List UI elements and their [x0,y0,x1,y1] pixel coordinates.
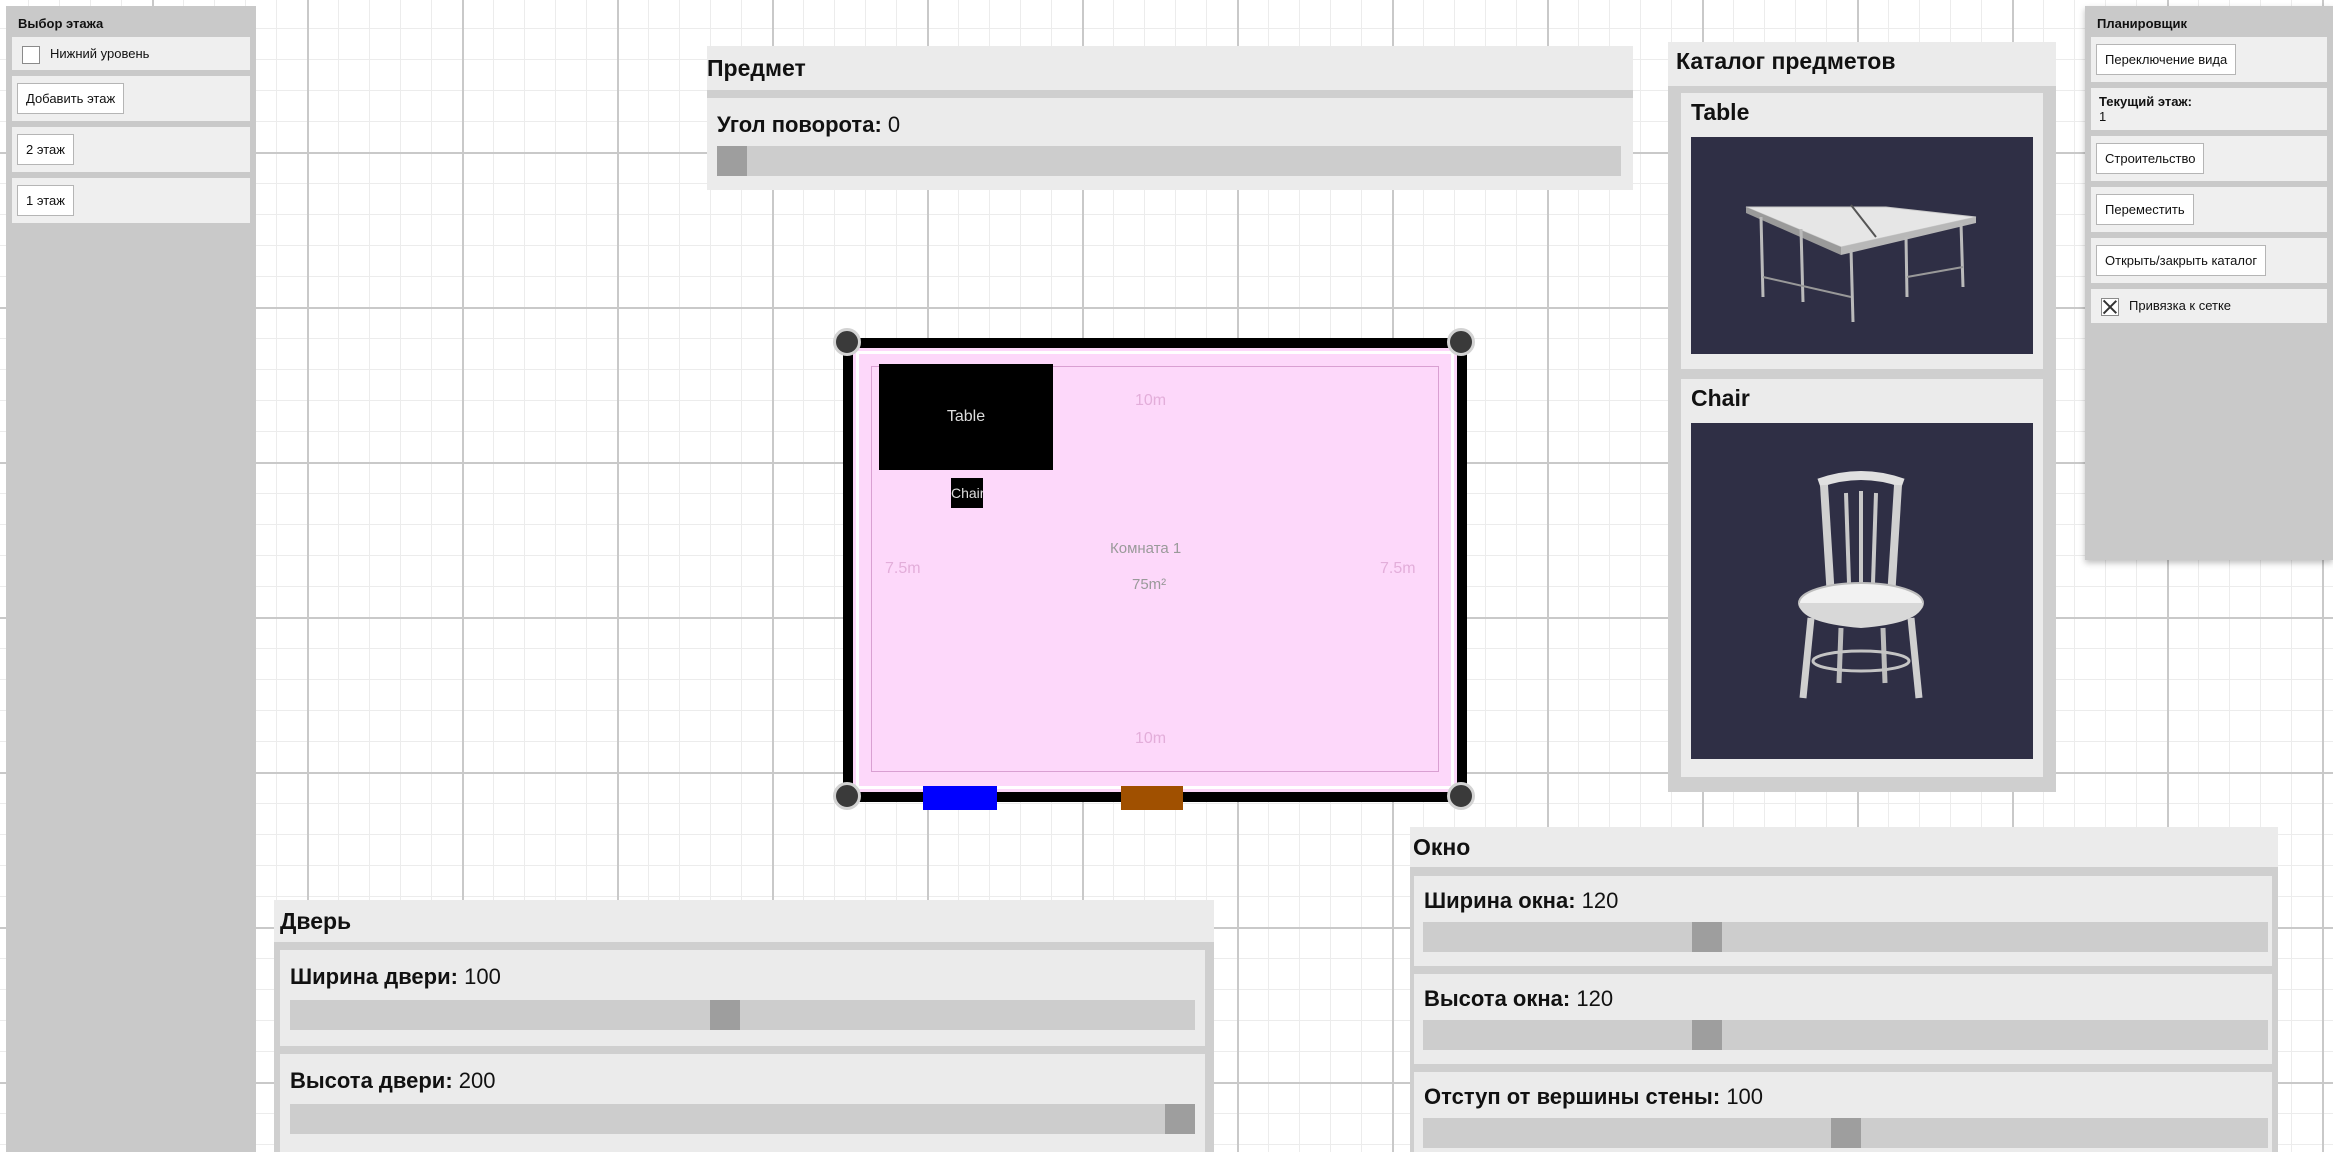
door-element[interactable] [1121,786,1183,810]
window-offset-slider[interactable] [1423,1118,2268,1148]
window-width-slider-thumb[interactable] [1692,922,1722,952]
wall-vertex-handle[interactable] [833,782,861,810]
rotation-slider[interactable] [717,146,1621,176]
door-width-slider[interactable] [290,1000,1195,1030]
window-height-slider-thumb[interactable] [1692,1020,1722,1050]
furniture-table[interactable]: Table [879,364,1053,470]
floor-1-button[interactable]: 1 этаж [17,185,74,216]
furniture-label: Chair [951,485,983,501]
rotation-value: 0 [887,112,901,137]
lower-level-checkbox[interactable] [22,45,40,64]
floor-panel-title: Выбор этажа [18,16,104,31]
window-height-slider[interactable] [1423,1020,2268,1050]
window-element[interactable] [923,786,997,810]
window-width-value: 120 [1581,888,1619,913]
rotation-slider-thumb[interactable] [717,146,747,176]
window-width-card: Ширина окна: 120 [1414,876,2272,966]
item-panel-header: Предмет [707,46,1633,90]
floor-plan-canvas[interactable]: Table Chair Комната 1 75m² 10m 10m 7.5m … [833,328,1475,810]
door-height-value: 200 [458,1068,496,1093]
dimension-left: 7.5m [885,560,921,577]
furniture-label: Table [946,408,986,425]
current-floor-label: Текущий этаж: [2099,94,2192,109]
window-height-card: Высота окна: 120 [1414,974,2272,1064]
toggle-view-card: Переключение вида [2091,37,2327,82]
window-offset-value: 100 [1726,1084,1764,1109]
catalog-item-table[interactable]: Table [1681,93,2043,369]
construction-card: Строительство [2091,136,2327,181]
add-floor-button[interactable]: Добавить этаж [17,83,125,114]
lower-level-toggle[interactable]: Нижний уровень [12,37,250,70]
door-width-value: 100 [464,964,501,989]
grid-snap-label: Привязка к сетке [2129,298,2232,313]
window-height-label: Высота окна: 120 [1424,986,1614,1011]
catalog-title: Каталог предметов [1668,42,2056,86]
door-width-label: Ширина двери: 100 [290,964,501,989]
chair-icon [1798,471,1924,699]
dimension-top: 10m [1135,392,1167,409]
window-width-slider[interactable] [1423,922,2268,952]
window-offset-card: Отступ от вершины стены: 100 [1414,1072,2272,1152]
rotation-slider-card: Угол поворота: 0 [707,98,1633,190]
catalog-item-name: Chair [1691,385,1750,411]
wall-vertex-handle[interactable] [1447,782,1475,810]
toggle-view-button[interactable]: Переключение вида [2096,44,2237,75]
move-card: Переместить [2091,187,2327,232]
door-width-card: Ширина двери: 100 [280,950,1205,1046]
current-floor-card: Текущий этаж: 1 [2091,88,2327,130]
window-width-label: Ширина окна: 120 [1424,888,1619,913]
room-area-label: 75m² [1132,576,1167,593]
catalog-item-chair[interactable]: Chair [1681,379,2043,777]
wall-vertex-handle[interactable] [833,328,861,356]
window-offset-slider-thumb[interactable] [1831,1118,1861,1148]
window-panel-header: Окно [1410,827,2278,867]
floor-2-button[interactable]: 2 этаж [17,134,74,165]
construction-button[interactable]: Строительство [2096,143,2205,174]
item-panel-divider [707,90,1633,98]
dimension-bottom: 10m [1135,730,1167,747]
door-width-slider-thumb[interactable] [710,1000,740,1030]
door-height-slider[interactable] [290,1104,1195,1134]
toggle-catalog-card: Открыть/закрыть каталог [2091,238,2327,283]
room-name: Комната 1 [1110,540,1182,557]
catalog-item-name: Table [1691,99,1750,125]
lower-level-label: Нижний уровень [50,46,150,61]
chair-preview-image [1691,423,2033,759]
floor-item-card: 1 этаж [12,178,250,223]
floor-item-card: 2 этаж [12,127,250,172]
wall-vertex-handle[interactable] [1447,328,1475,356]
planner-panel: Планировщик Переключение вида Текущий эт… [2085,6,2333,560]
furniture-chair[interactable]: Chair [951,478,983,508]
table-preview-image [1691,137,2033,354]
table-icon [1745,204,1977,323]
grid-snap-toggle[interactable]: Привязка к сетке [2091,289,2327,323]
window-height-value: 120 [1576,986,1614,1011]
current-floor-value: 1 [2099,109,2107,124]
rotation-label: Угол поворота: 0 [717,112,901,137]
catalog-panel: Каталог предметов Table Chair [1668,42,2056,792]
item-panel-title: Предмет [707,55,806,81]
door-height-slider-thumb[interactable] [1165,1104,1195,1134]
planner-panel-title: Планировщик [2097,16,2188,31]
floor-selection-panel: Выбор этажа Нижний уровень Добавить этаж… [6,6,256,1152]
door-height-label: Высота двери: 200 [290,1068,496,1093]
grid-snap-checkbox[interactable] [2101,297,2119,316]
window-panel-title: Окно [1413,834,1471,860]
door-panel-header: Дверь [274,900,1214,942]
toggle-catalog-button[interactable]: Открыть/закрыть каталог [2096,245,2267,276]
door-panel-title: Дверь [280,908,352,934]
dimension-right: 7.5m [1380,560,1416,577]
add-floor-card: Добавить этаж [12,76,250,121]
window-offset-label: Отступ от вершины стены: 100 [1424,1084,1764,1109]
door-height-card: Высота двери: 200 [280,1054,1205,1152]
move-button[interactable]: Переместить [2096,194,2194,225]
